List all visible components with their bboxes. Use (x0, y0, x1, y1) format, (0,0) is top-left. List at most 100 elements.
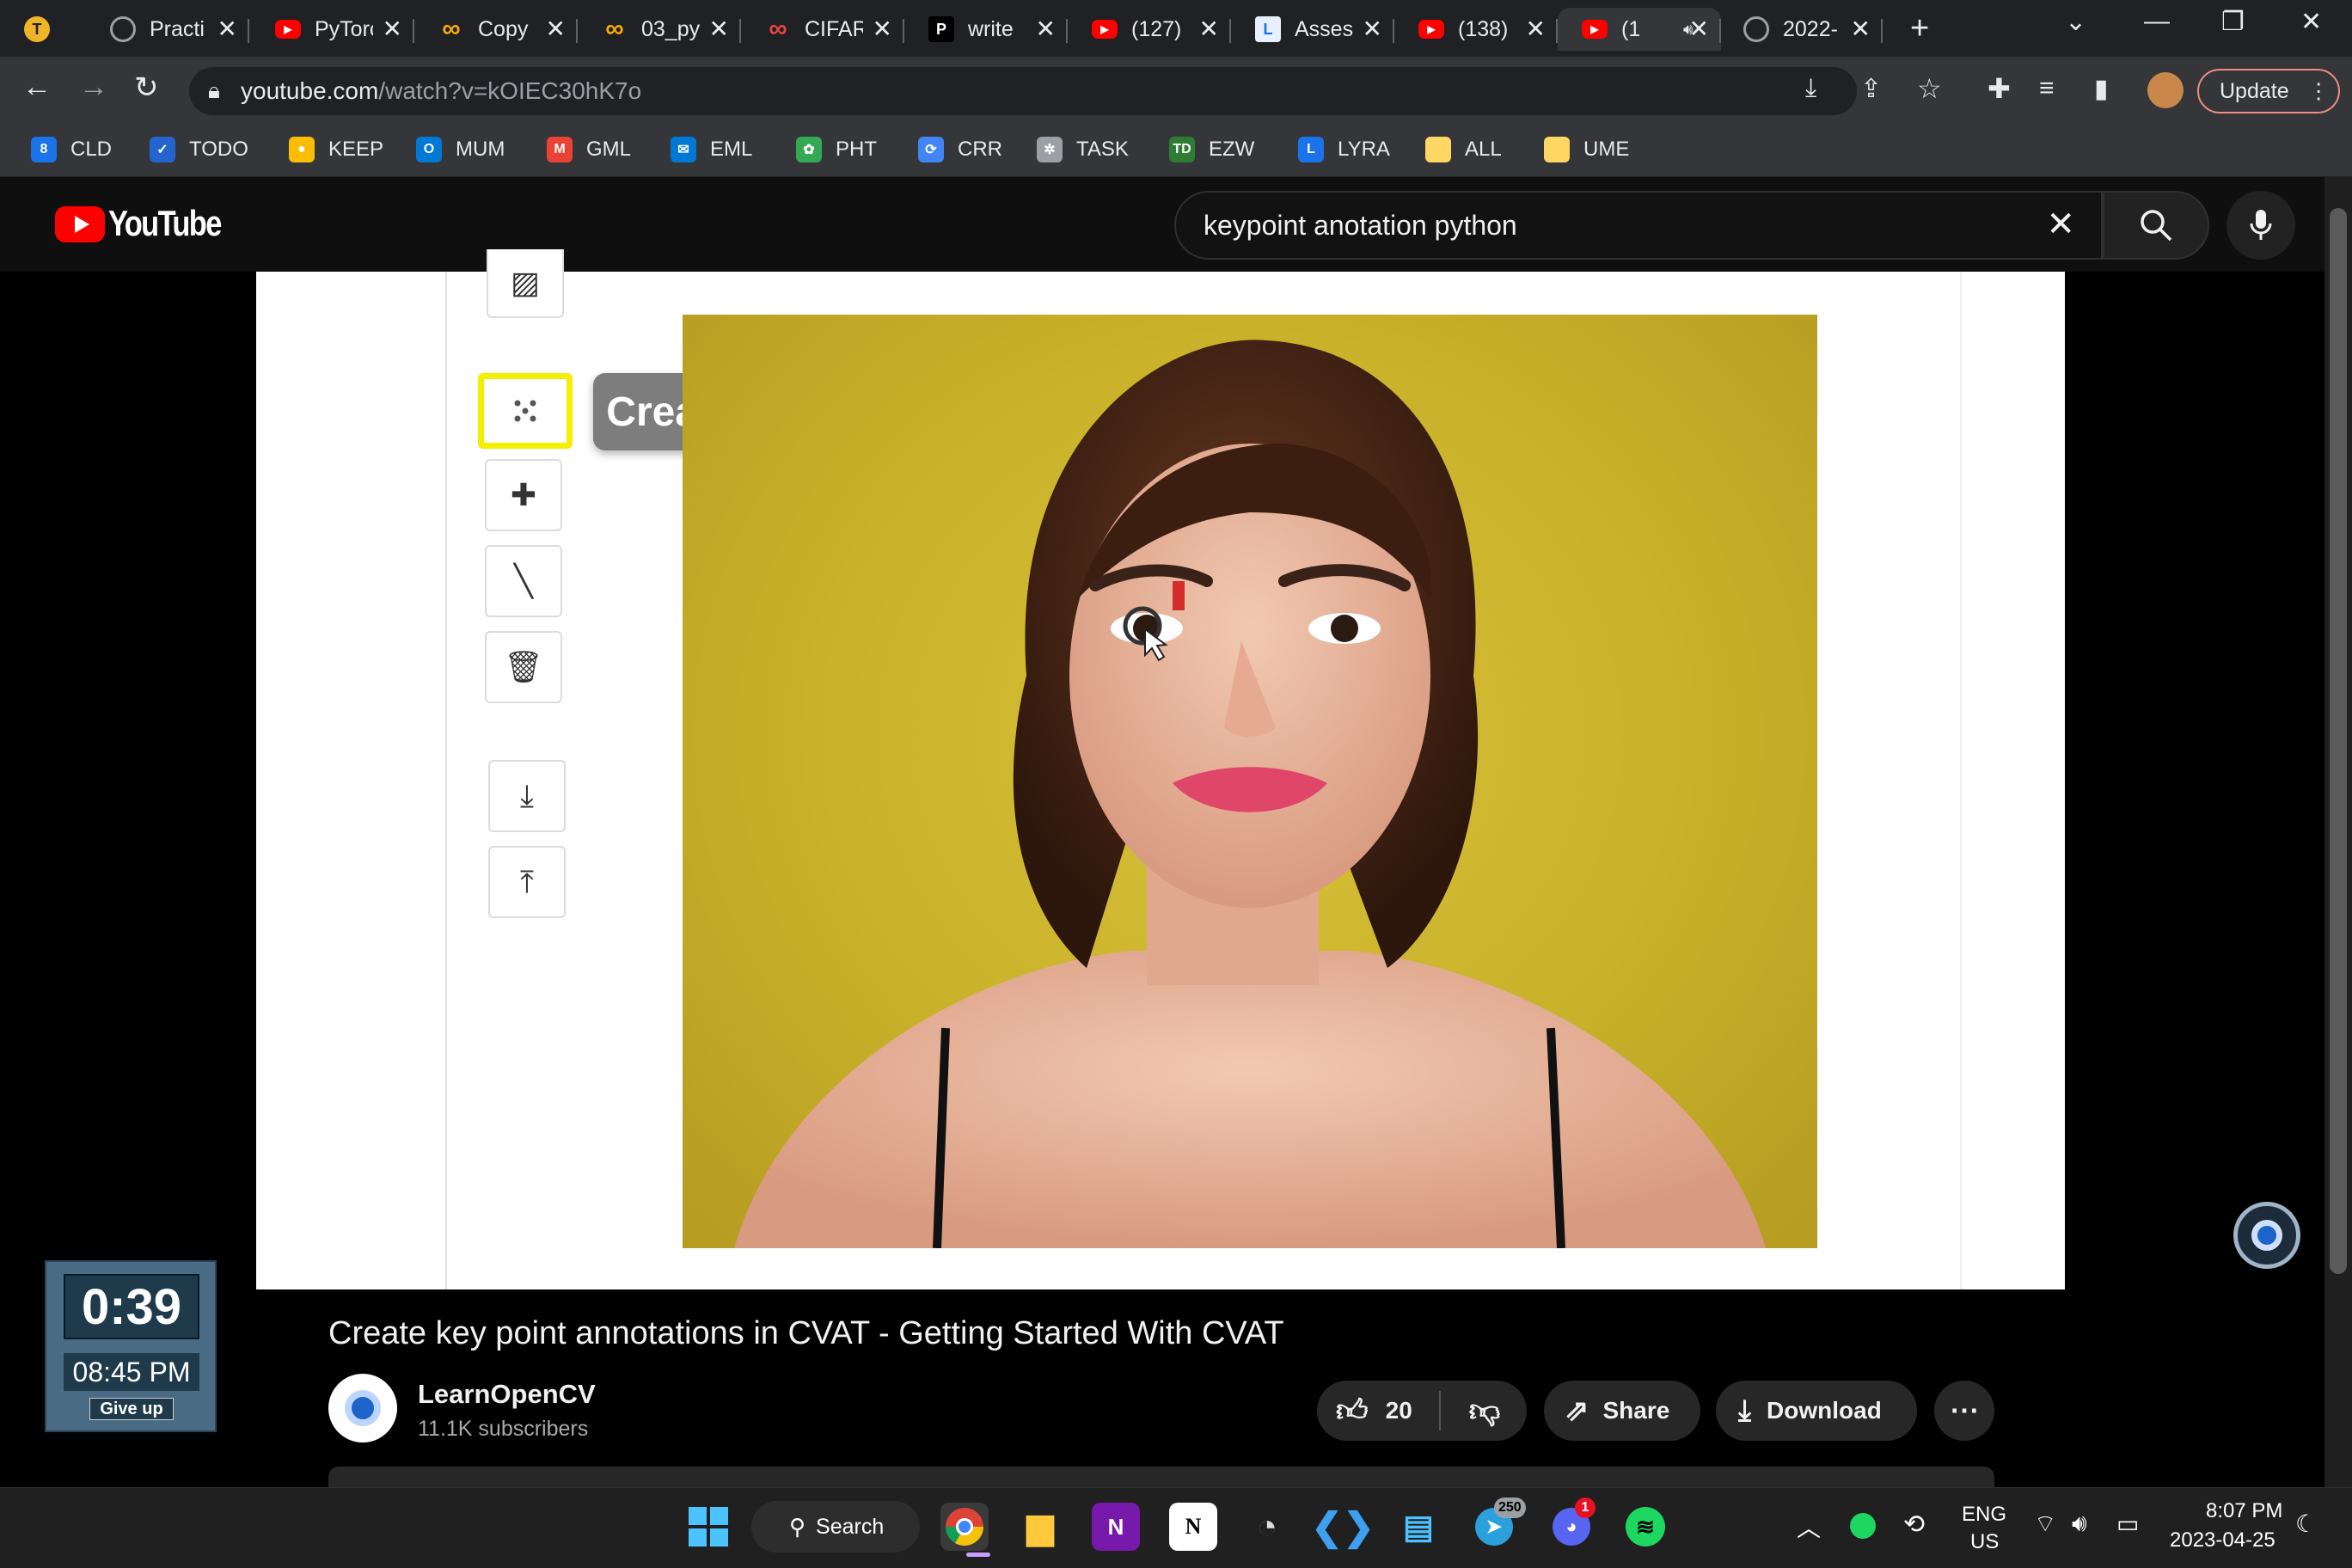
move-tool-icon[interactable]: ✚ (485, 459, 562, 531)
description-box[interactable] (328, 1467, 1994, 1487)
restore-icon[interactable]: ❐ (2221, 7, 2245, 37)
tab-1[interactable]: Practi ✕ (86, 8, 249, 51)
like-button[interactable]: 👍︎ 20 (1317, 1381, 1439, 1441)
download-tool-icon[interactable]: ⤓ (488, 760, 566, 832)
tab-0[interactable]: T (0, 8, 86, 51)
tray-spotify-icon[interactable] (1850, 1513, 1876, 1539)
media-queue-icon[interactable]: ≡ (2039, 74, 2055, 103)
close-tab-icon[interactable]: ✕ (1363, 15, 1382, 43)
bookmark-eml[interactable]: ✉ EML (671, 132, 752, 167)
battery-icon[interactable]: ▭ (2116, 1510, 2139, 1538)
bookmark-star-icon[interactable]: ☆ (1917, 72, 1942, 105)
discord-icon[interactable]: ◕ 1 (1547, 1498, 1596, 1551)
close-tab-icon[interactable]: ✕ (546, 15, 566, 43)
close-tab-icon[interactable]: ✕ (1526, 15, 1546, 43)
bookmark-lyra[interactable]: L LYRA (1298, 132, 1390, 167)
bookmark-keep[interactable]: ● KEEP (289, 132, 383, 167)
sync-icon[interactable]: ⟲ (1903, 1510, 1925, 1540)
reload-icon[interactable]: ↻ (134, 70, 159, 105)
spotify-taskbar-icon[interactable]: ≋ (1621, 1503, 1669, 1551)
tab-search-chevron-icon[interactable]: ⌄ (2065, 7, 2086, 37)
tray-overflow-icon[interactable]: ︿ (1797, 1510, 1821, 1544)
annotation-image[interactable] (683, 315, 1817, 1248)
more-actions-button[interactable]: ⋯ (1934, 1381, 1994, 1441)
onenote-icon[interactable]: N (1092, 1503, 1140, 1551)
close-tab-icon[interactable]: ✕ (873, 15, 892, 43)
search-button[interactable] (2103, 191, 2209, 260)
bookmark-mum[interactable]: O MUM (416, 132, 505, 167)
bookmark-ezw[interactable]: TD EZW (1169, 132, 1254, 167)
bookmark-all[interactable]: ALL (1425, 132, 1502, 167)
tab-9[interactable]: ▶ (138) ✕ (1394, 8, 1558, 51)
share-page-icon[interactable]: ⇪ (1860, 74, 1882, 104)
tab-8[interactable]: L Asses ✕ (1231, 8, 1394, 51)
tab-2[interactable]: ▶ PyTorc ✕ (251, 8, 414, 51)
tab-7[interactable]: ▶ (127) ✕ (1068, 8, 1231, 51)
notion-icon[interactable]: N (1169, 1503, 1217, 1551)
notepad-icon[interactable]: ▤ (1394, 1503, 1442, 1551)
vscode-icon[interactable]: ❮❯ (1311, 1503, 1375, 1551)
youtube-logo-icon[interactable] (55, 206, 105, 242)
voice-search-button[interactable] (2226, 191, 2295, 260)
close-tab-icon[interactable]: ✕ (709, 15, 729, 43)
extensions-icon[interactable]: ✚ (1988, 72, 2011, 105)
share-button[interactable]: ⇗ Share (1544, 1381, 1700, 1441)
minimize-icon[interactable]: — (2144, 7, 2170, 36)
address-bar[interactable]: 🔒︎ youtube.com/watch?v=kOIEC30hK7o (189, 67, 1857, 115)
bookmark-crr[interactable]: ⟳ CRR (918, 132, 1002, 167)
profile-avatar[interactable] (2147, 72, 2184, 108)
tab-10[interactable]: ▶ (1 🔊︎ ✕ (1558, 8, 1721, 51)
close-tab-icon[interactable]: ✕ (383, 15, 402, 43)
close-tab-icon[interactable]: ✕ (1851, 15, 1871, 43)
tab-4[interactable]: ∞ 03_py ✕ (578, 8, 741, 51)
taskbar-search[interactable]: ⚲ Search (751, 1501, 920, 1553)
language-top[interactable]: ENG (1962, 1503, 2006, 1527)
search-input[interactable]: keypoint anotation python ✕ (1174, 191, 2103, 260)
floating-assistant-button[interactable] (2233, 1202, 2300, 1269)
language-bottom[interactable]: US (1970, 1530, 1999, 1554)
telegram-icon[interactable]: ➤ 250 (1470, 1498, 1526, 1551)
bookmark-task[interactable]: ✲ TASK (1037, 132, 1129, 167)
youtube-logo-text[interactable]: YouTube (108, 203, 222, 244)
tab-6[interactable]: Pwrite ✕ (904, 8, 1068, 51)
close-tab-icon[interactable]: ✕ (1689, 15, 1709, 43)
dislike-button[interactable]: 👎︎ (1442, 1381, 1527, 1441)
clock-app-icon[interactable]: ◔ (1243, 1503, 1291, 1551)
bookmark-cld[interactable]: 8 CLD (31, 132, 112, 167)
start-button[interactable] (684, 1503, 732, 1551)
delete-tool-icon[interactable]: 🗑︎ (485, 631, 562, 703)
bookmark-todo[interactable]: ✓ TODO (150, 132, 248, 167)
chrome-taskbar-icon[interactable] (940, 1503, 989, 1551)
close-tab-icon[interactable]: ✕ (1036, 15, 1056, 43)
back-icon[interactable]: ← (22, 70, 52, 104)
install-icon[interactable]: ⤓ (1805, 74, 1816, 103)
notifications-moon-icon[interactable]: ☾ (2295, 1510, 2317, 1538)
page-scrollbar[interactable] (2324, 177, 2352, 1487)
file-explorer-icon[interactable]: ▆ (1016, 1503, 1064, 1551)
update-button[interactable]: Update ⋮ (2197, 69, 2340, 113)
tray-date[interactable]: 2023-04-25 (2170, 1528, 2275, 1553)
create-points-tool-icon[interactable] (478, 373, 573, 449)
close-tab-icon[interactable]: ✕ (1199, 15, 1219, 43)
image-tool-icon[interactable]: ▨ (487, 249, 564, 318)
forward-icon[interactable]: → (79, 70, 108, 104)
close-tab-icon[interactable]: ✕ (217, 15, 237, 43)
channel-name[interactable]: LearnOpenCV (418, 1379, 596, 1410)
side-panel-icon[interactable]: ▮ (2094, 74, 2109, 104)
tab-11[interactable]: 2022- ✕ (1719, 8, 1883, 51)
wifi-icon[interactable]: ⌔ (2034, 1510, 2056, 1540)
volume-icon[interactable]: 🔊︎ (2072, 1510, 2087, 1538)
clear-search-icon[interactable]: ✕ (2046, 205, 2075, 244)
bookmark-ume[interactable]: UME (1544, 132, 1629, 167)
give-up-button[interactable]: Give up (89, 1398, 174, 1420)
close-window-icon[interactable]: ✕ (2300, 7, 2322, 37)
channel-avatar[interactable] (328, 1374, 397, 1442)
bookmark-pht[interactable]: ✿ PHT (796, 132, 877, 167)
tab-5[interactable]: ∞ CIFAR ✕ (741, 8, 904, 51)
new-tab-icon[interactable]: + (1910, 10, 1929, 47)
tab-3[interactable]: ∞ Copy ✕ (414, 8, 578, 51)
scrollbar-thumb[interactable] (2330, 208, 2347, 1274)
upload-tool-icon[interactable]: ⤒ (488, 846, 566, 918)
download-button[interactable]: ⤓ Download (1716, 1381, 1917, 1441)
tray-time[interactable]: 8:07 PM (2206, 1499, 2282, 1523)
